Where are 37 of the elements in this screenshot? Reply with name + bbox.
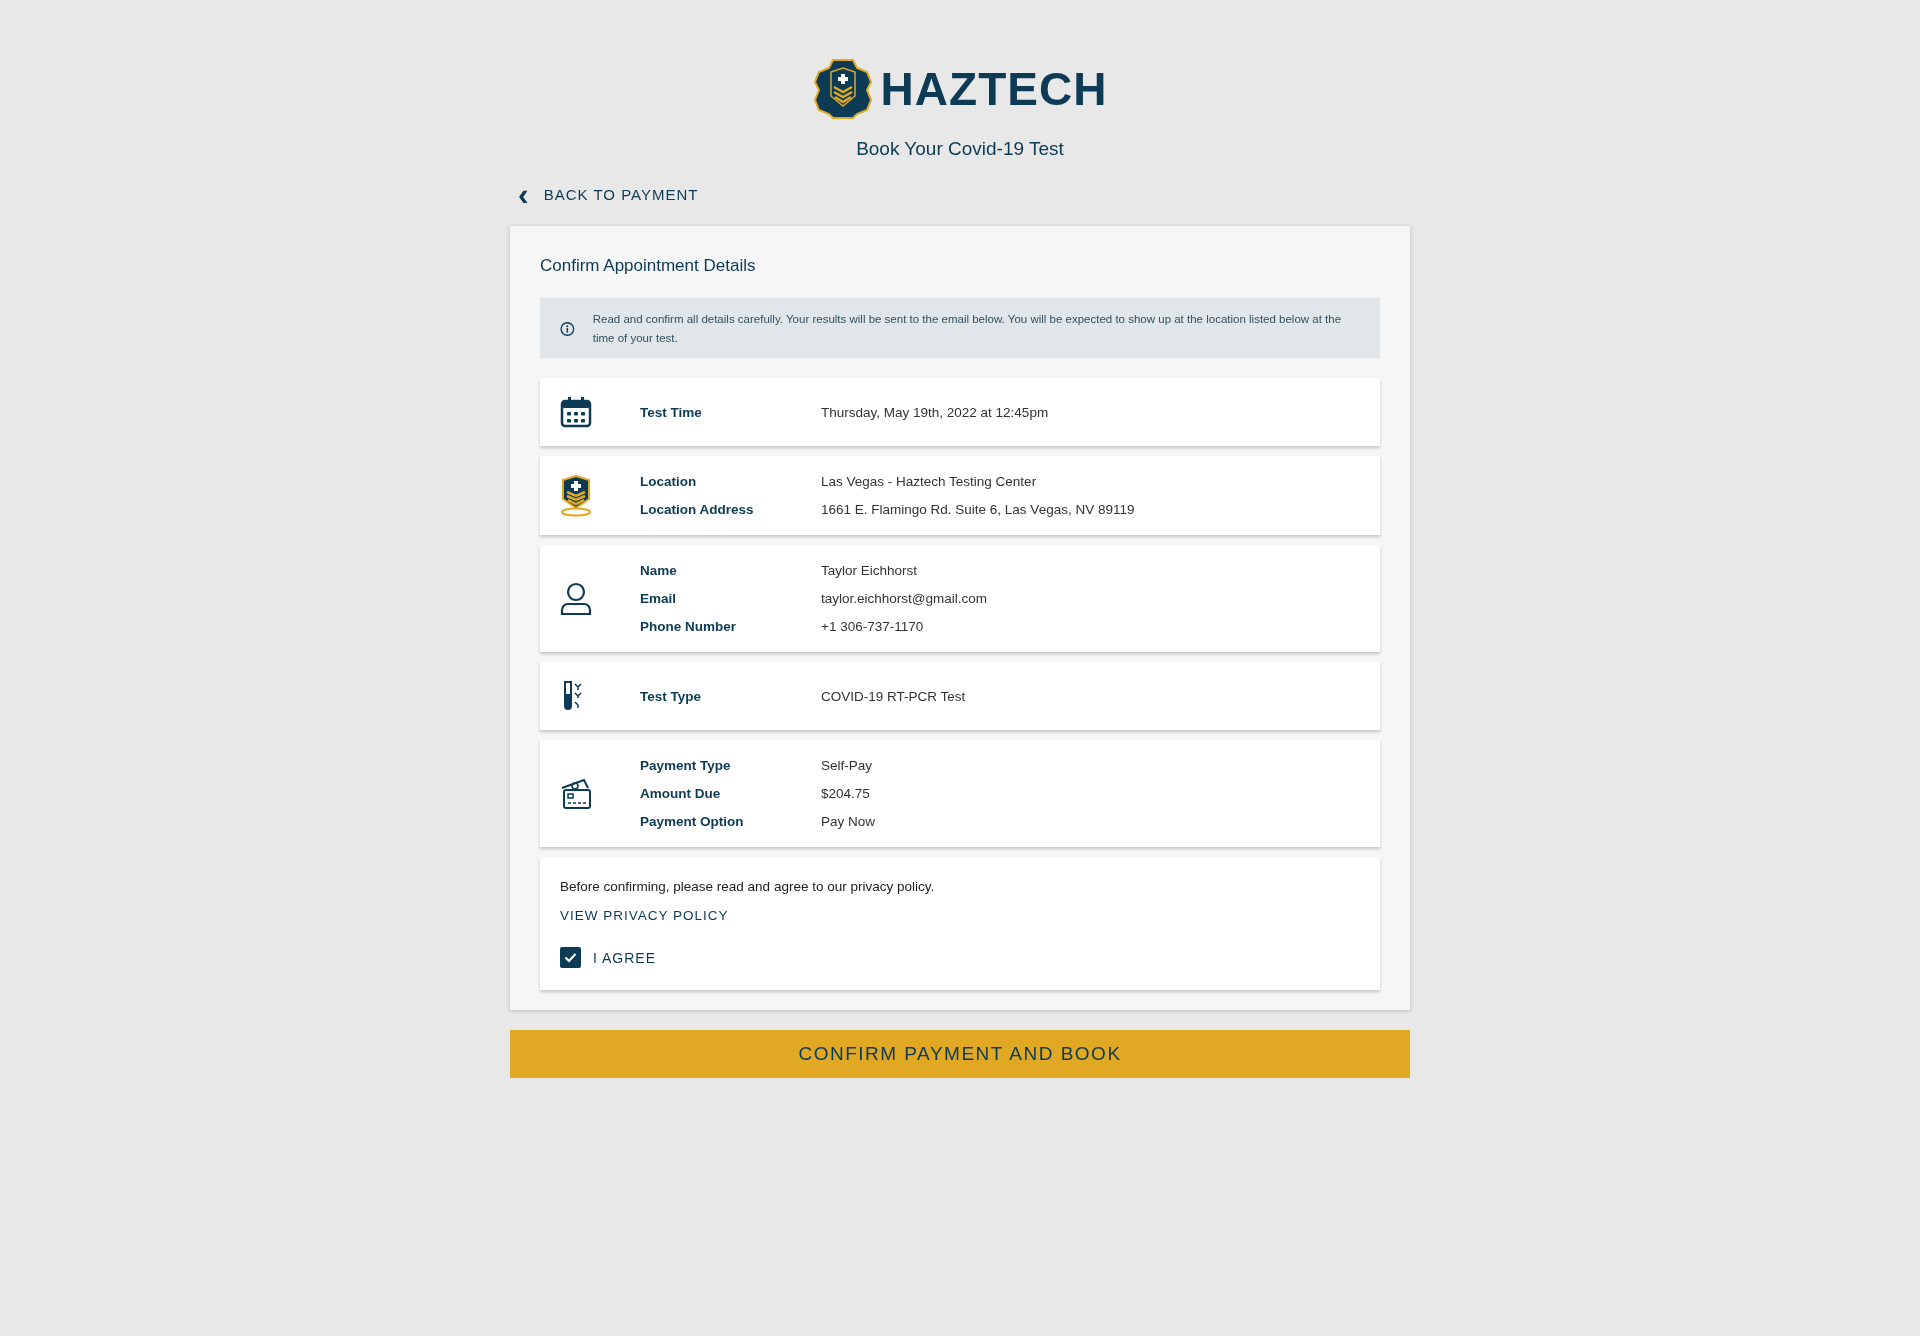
money-card-icon <box>560 777 592 810</box>
notice-text: Read and confirm all details carefully. Your results will be sent to the email below. You will be expected to show up at the location listed below at the time of your test. <box>592 312 1343 346</box>
field-label: Test Type <box>640 688 702 704</box>
calendar-icon <box>560 396 592 428</box>
info-icon <box>560 321 575 337</box>
field-value: Self-Pay <box>821 758 874 773</box>
field-label: Test Time <box>640 404 703 420</box>
field-value: Taylor Eichhorst <box>821 563 919 578</box>
field-label: Payment Option <box>640 814 745 829</box>
field-value: COVID-19 RT-PCR Test <box>821 688 967 704</box>
field-label: Amount Due <box>640 786 722 801</box>
field-value: $204.75 <box>821 786 871 801</box>
back-to-payment-link[interactable]: ‹ BACK TO PAYMENT <box>518 182 699 206</box>
field-value: Pay Now <box>821 814 877 829</box>
badge-pin-icon <box>560 474 592 517</box>
field-value: taylor.eichhorst@gmail.com <box>821 591 988 606</box>
panel-title: Confirm Appointment Details <box>540 256 757 276</box>
field-label: Email <box>640 591 678 606</box>
field-label: Location <box>640 474 698 489</box>
brand-name: HAZTECH <box>880 62 1108 116</box>
field-value: 1661 E. Flamingo Rd. Suite 6, Las Vegas, NV 89119 <box>821 502 1136 517</box>
field-label: Phone Number <box>640 619 737 634</box>
checkmark-icon <box>564 952 577 963</box>
privacy-text: Before confirming, please read and agree to our privacy policy. <box>560 879 935 894</box>
confirm-booking-button[interactable]: CONFIRM PAYMENT AND BOOK <box>510 1030 1410 1078</box>
field-value: Thursday, May 19th, 2022 at 12:45pm <box>821 404 1050 420</box>
field-label: Payment Type <box>640 758 732 773</box>
checkbox-square[interactable] <box>560 947 581 968</box>
page-subtitle: Book Your Covid-19 Test <box>855 138 1065 160</box>
privacy-policy-link[interactable]: VIEW PRIVACY POLICY <box>560 908 729 923</box>
shield-logo-icon <box>812 58 873 120</box>
field-label: Name <box>640 563 678 578</box>
field-value: +1 306-737-1170 <box>821 619 925 634</box>
field-label: Location Address <box>640 502 755 517</box>
field-value: Las Vegas - Haztech Testing Center <box>821 474 1038 489</box>
person-icon <box>560 581 592 616</box>
agree-checkbox[interactable]: I AGREE <box>560 947 657 968</box>
